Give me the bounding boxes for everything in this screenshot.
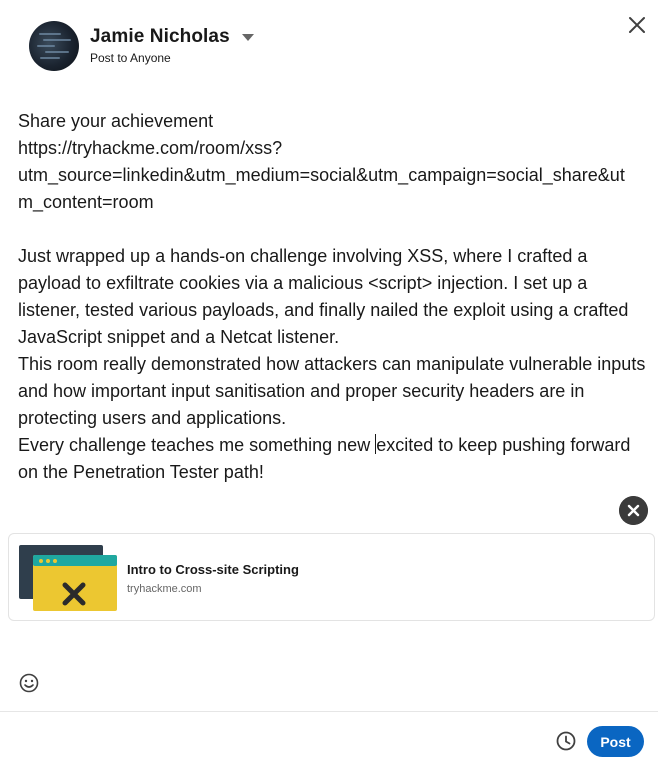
post-line: https://tryhackme.com/room/xss? — [18, 138, 283, 158]
user-name[interactable]: Jamie Nicholas — [90, 26, 230, 48]
link-preview-card[interactable]: Intro to Cross-site Scripting tryhackme.… — [8, 533, 655, 621]
chevron-down-icon[interactable] — [241, 33, 254, 41]
remove-preview-button[interactable] — [619, 496, 648, 525]
close-icon[interactable] — [622, 10, 652, 40]
post-line: protecting users and applications. — [18, 408, 287, 428]
avatar[interactable] — [29, 21, 79, 71]
footer-divider — [0, 711, 658, 712]
audience-selector[interactable]: Jamie Nicholas — [90, 26, 254, 48]
post-text-editor[interactable]: Share your achievement https://tryhackme… — [18, 108, 648, 486]
post-line: payload to exfiltrate cookies via a mali… — [18, 273, 588, 293]
link-preview-title[interactable]: Intro to Cross-site Scripting — [127, 562, 299, 577]
smiley-icon[interactable] — [17, 671, 41, 695]
post-line: and how important input sanitisation and… — [18, 381, 585, 401]
post-line: Just wrapped up a hands-on challenge inv… — [18, 246, 588, 266]
browser-window-x-icon — [19, 545, 117, 611]
post-line: JavaScript snippet and a Netcat listener… — [18, 327, 340, 347]
post-line: Every challenge teaches me something new… — [18, 432, 648, 459]
post-button[interactable]: Post — [587, 726, 644, 757]
audience-label[interactable]: Post to Anyone — [90, 51, 171, 65]
composer-header: Jamie Nicholas Post to Anyone — [0, 0, 658, 90]
post-line: listener, tested various payloads, and f… — [18, 300, 629, 320]
post-text-before-cursor: Every challenge teaches me something new — [18, 435, 376, 455]
post-line-blank — [18, 216, 648, 243]
post-line: m_content=room — [18, 192, 154, 212]
post-line: This room really demonstrated how attack… — [18, 354, 646, 374]
link-preview-domain: tryhackme.com — [127, 583, 202, 595]
post-line: Share your achievement — [18, 111, 214, 131]
post-text-after-cursor: excited to keep pushing forward — [376, 435, 631, 455]
clock-icon[interactable] — [553, 728, 579, 754]
post-line: on the Penetration Tester path! — [18, 462, 264, 482]
post-line: utm_source=linkedin&utm_medium=social&ut… — [18, 165, 625, 185]
